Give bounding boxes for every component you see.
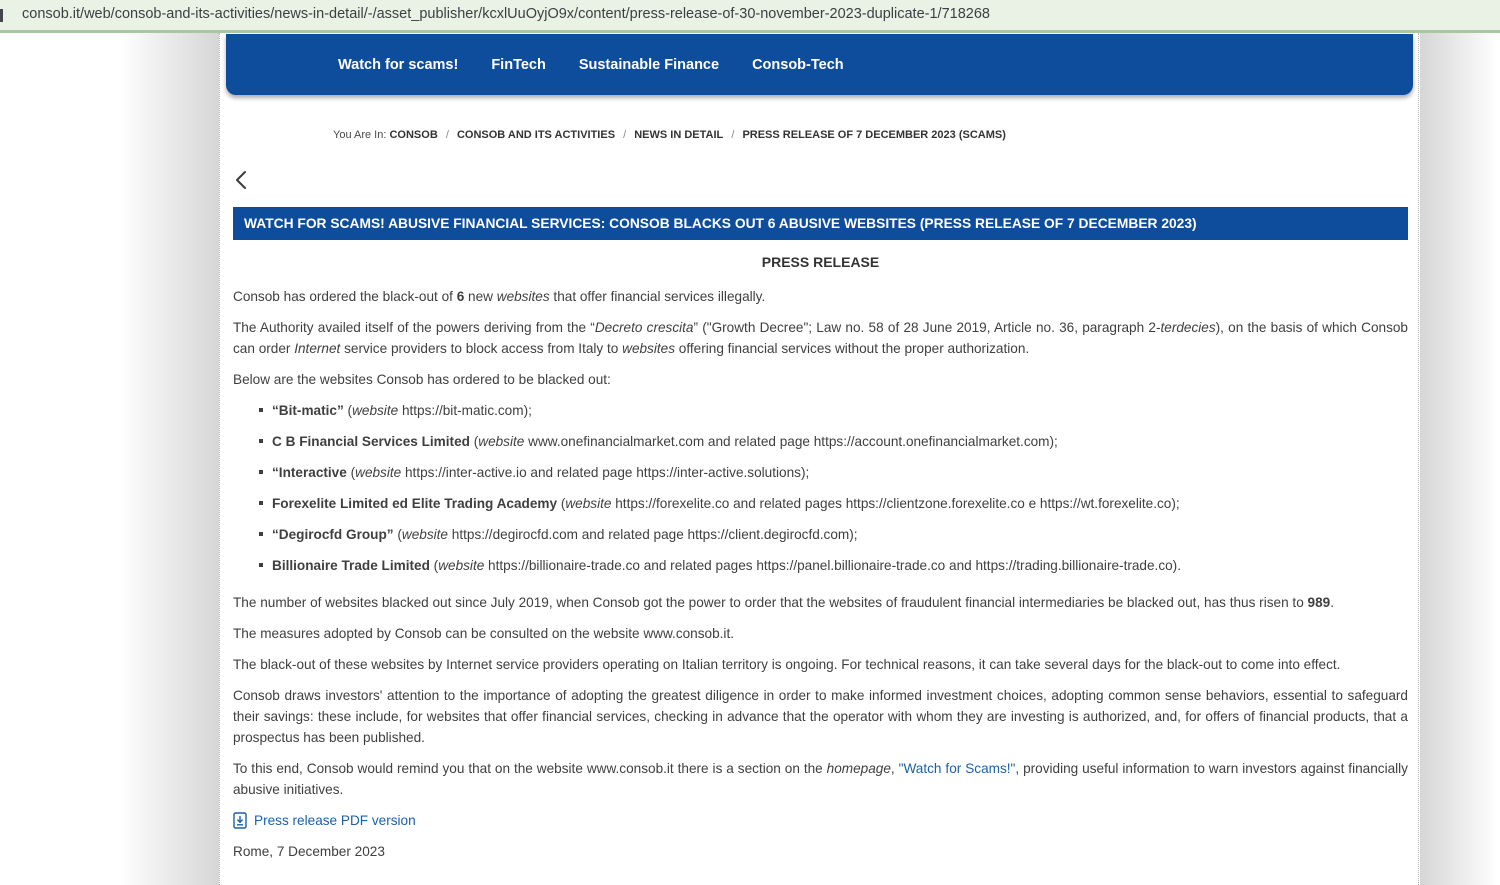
nav-item-watch-for-scams[interactable]: Watch for scams! [338, 57, 458, 73]
breadcrumb-item-activities[interactable]: CONSOB AND ITS ACTIVITIES [457, 129, 615, 141]
page-content-area: Watch for scams! FinTech Sustainable Fin… [219, 33, 1419, 885]
text-segment: ( [469, 434, 479, 449]
paragraph: The Authority availed itself of the powe… [233, 317, 1408, 359]
back-button[interactable] [233, 170, 253, 192]
text-segment: website [352, 403, 399, 418]
text-segment: . [1330, 595, 1334, 610]
text-segment: Internet [294, 341, 341, 356]
text-segment: “Interactive [272, 465, 347, 480]
breadcrumb: You Are In: CONSOB / CONSOB AND ITS ACTI… [333, 129, 1006, 141]
text-segment: service providers to block access from I… [340, 341, 623, 356]
paragraph: The number of websites blacked out since… [233, 592, 1408, 613]
paragraph: To this end, Consob would remind you tha… [233, 758, 1408, 800]
paragraph: The measures adopted by Consob can be co… [233, 623, 1408, 644]
breadcrumb-item-current: PRESS RELEASE OF 7 DECEMBER 2023 (SCAMS) [742, 129, 1006, 141]
article-body: PRESS RELEASE Consob has ordered the bla… [233, 252, 1408, 872]
breadcrumb-item-news-in-detail[interactable]: NEWS IN DETAIL [634, 129, 723, 141]
breadcrumb-prefix: You Are In: [333, 129, 387, 141]
text-segment: C B Financial Services Limited [272, 434, 470, 449]
page-shadow-left [119, 33, 219, 885]
breadcrumb-separator: / [623, 129, 627, 141]
list-item: C B Financial Services Limited (website … [259, 431, 1408, 452]
press-release-heading: PRESS RELEASE [761, 254, 880, 270]
page-shadow-right [1420, 33, 1498, 885]
dateline: Rome, 7 December 2023 [233, 844, 385, 859]
paragraph: Consob draws investors' attention to the… [233, 685, 1408, 748]
text-segment: Decreto crescita [594, 320, 694, 335]
paragraph: Consob has ordered the black-out of 6 ne… [233, 286, 1408, 307]
page-url[interactable]: consob.it/web/consob-and-its-activities/… [22, 6, 990, 22]
paragraph: The black-out of these websites by Inter… [233, 654, 1408, 675]
text-segment: 989 [1307, 595, 1331, 610]
text-segment: Consob has ordered the black-out of [233, 289, 457, 304]
text-segment: The black-out of these websites by Inter… [233, 657, 1341, 672]
text-segment: ( [393, 527, 402, 542]
text-segment: Billionaire Trade Limited [272, 558, 430, 573]
text-segment: , [890, 761, 899, 776]
text-segment: ” ("Growth Decree"; Law no. 58 of 28 Jun… [693, 320, 1161, 335]
nav-item-consob-tech[interactable]: Consob-Tech [752, 57, 844, 73]
text-segment: website [355, 465, 402, 480]
breadcrumb-separator: / [445, 129, 449, 141]
pdf-link[interactable]: Press release PDF version [254, 810, 416, 831]
text-segment: website [565, 496, 612, 511]
text-segment: “Bit-matic” [272, 403, 344, 418]
text-segment: new [464, 289, 497, 304]
text-segment: websites [622, 341, 676, 356]
text-segment: https://billionaire-trade.co and related… [484, 558, 1181, 573]
breadcrumb-item-consob[interactable]: CONSOB [389, 129, 437, 141]
text-segment: ( [343, 403, 353, 418]
text-segment: https://bit-matic.com); [398, 403, 532, 418]
text-segment: https://inter-active.io and related page… [401, 465, 810, 480]
paragraph: Below are the websites Consob has ordere… [233, 369, 1408, 390]
blacked-out-websites-list: “Bit-matic” (website https://bit-matic.c… [233, 400, 1408, 576]
chevron-left-icon [236, 171, 246, 189]
breadcrumb-separator: / [731, 129, 735, 141]
text-segment: that offer financial services illegally. [549, 289, 766, 304]
text-segment: website [438, 558, 485, 573]
nav-item-sustainable-finance[interactable]: Sustainable Finance [579, 57, 719, 73]
text-segment: “Degirocfd Group” [272, 527, 394, 542]
text-segment: offering financial services without the … [675, 341, 1030, 356]
favicon-fragment-icon [0, 9, 3, 22]
text-segment: websites [496, 289, 550, 304]
list-item: Forexelite Limited ed Elite Trading Acad… [259, 493, 1408, 514]
text-segment: homepage [826, 761, 891, 776]
nav-item-fintech[interactable]: FinTech [491, 57, 546, 73]
article-title-banner: WATCH FOR SCAMS! ABUSIVE FINANCIAL SERVI… [233, 207, 1408, 240]
list-item: “Interactive (website https://inter-acti… [259, 462, 1408, 483]
text-segment: website [401, 527, 448, 542]
browser-url-bar[interactable]: consob.it/web/consob-and-its-activities/… [0, 0, 1500, 33]
text-segment: The number of websites blacked out since… [233, 595, 1308, 610]
text-segment: https://degirocfd.com and related page h… [448, 527, 858, 542]
text-segment: ( [346, 465, 356, 480]
text-segment: Forexelite Limited ed Elite Trading Acad… [272, 496, 558, 511]
text-segment: ( [429, 558, 439, 573]
text-segment: https://forexelite.co and related pages … [611, 496, 1180, 511]
text-segment: terdecies [1160, 320, 1216, 335]
text-segment: To this end, Consob would remind you tha… [233, 761, 827, 776]
text-segment: Consob draws investors' attention to the… [233, 688, 1408, 745]
pdf-download-icon [233, 812, 247, 829]
list-item: Billionaire Trade Limited (website https… [259, 555, 1408, 576]
pdf-link-row: Press release PDF version [233, 810, 1408, 831]
text-segment: The measures adopted by Consob can be co… [233, 626, 735, 641]
list-item: “Degirocfd Group” (website https://degir… [259, 524, 1408, 545]
text-segment: The Authority availed itself of the powe… [233, 320, 595, 335]
main-navbar: Watch for scams! FinTech Sustainable Fin… [226, 34, 1413, 95]
watch-for-scams-link[interactable]: "Watch for Scams!" [899, 761, 1016, 776]
list-item: “Bit-matic” (website https://bit-matic.c… [259, 400, 1408, 421]
text-segment: website [478, 434, 525, 449]
text-segment: Below are the websites Consob has ordere… [233, 372, 611, 387]
text-segment: www.onefinancialmarket.com and related p… [524, 434, 1058, 449]
